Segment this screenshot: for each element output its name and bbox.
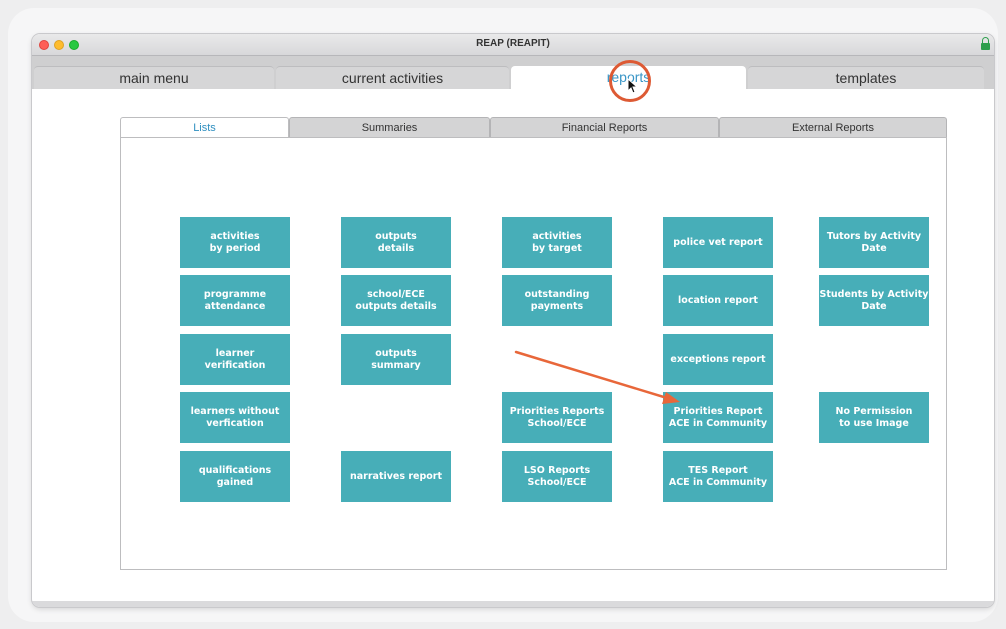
app-window: REAP (REAPIT) main menu current activiti… bbox=[32, 34, 994, 607]
subtab-label: Lists bbox=[193, 122, 216, 134]
location-report-button[interactable]: location report bbox=[663, 275, 773, 326]
title-bar: REAP (REAPIT) bbox=[32, 34, 994, 56]
tab-label: main menu bbox=[119, 70, 189, 86]
school-ece-outputs-details-button[interactable]: school/ECE outputs details bbox=[341, 275, 451, 326]
outputs-summary-button[interactable]: outputs summary bbox=[341, 334, 451, 385]
activities-by-period-button[interactable]: activities by period bbox=[180, 217, 290, 268]
learners-without-verification-button[interactable]: learners without verfication bbox=[180, 392, 290, 443]
students-by-activity-date-button[interactable]: Students by Activity Date bbox=[819, 275, 929, 326]
subtab-label: External Reports bbox=[792, 122, 874, 134]
main-tab-bar: main menu current activities reports tem… bbox=[32, 56, 994, 89]
tutors-by-activity-date-button[interactable]: Tutors by Activity Date bbox=[819, 217, 929, 268]
outstanding-payments-button[interactable]: outstanding payments bbox=[502, 275, 612, 326]
subtab-label: Summaries bbox=[361, 122, 418, 134]
police-vet-report-button[interactable]: police vet report bbox=[663, 217, 773, 268]
subtab-lists[interactable]: Lists bbox=[120, 117, 289, 139]
subtab-label: Financial Reports bbox=[561, 122, 648, 134]
lso-reports-school-ece-button[interactable]: LSO Reports School/ECE bbox=[502, 451, 612, 502]
tab-templates[interactable]: templates bbox=[748, 66, 984, 89]
activities-by-target-button[interactable]: activities by target bbox=[502, 217, 612, 268]
subtab-financial-reports[interactable]: Financial Reports bbox=[490, 117, 719, 138]
priorities-reports-school-ece-button[interactable]: Priorities Reports School/ECE bbox=[502, 392, 612, 443]
window-title: REAP (REAPIT) bbox=[476, 38, 550, 49]
outputs-details-button[interactable]: outputs details bbox=[341, 217, 451, 268]
window-bottom-edge bbox=[32, 601, 994, 607]
tab-label: templates bbox=[835, 70, 897, 86]
tab-current-activities[interactable]: current activities bbox=[276, 66, 509, 89]
priorities-report-ace-in-community-button[interactable]: Priorities Report ACE in Community bbox=[663, 392, 773, 443]
arrow-cursor-icon bbox=[627, 78, 639, 94]
exceptions-report-button[interactable]: exceptions report bbox=[663, 334, 773, 385]
subtab-external-reports[interactable]: External Reports bbox=[719, 117, 947, 138]
no-permission-to-use-image-button[interactable]: No Permission to use Image bbox=[819, 392, 929, 443]
tab-label: current activities bbox=[341, 70, 444, 86]
tes-report-ace-in-community-button[interactable]: TES Report ACE in Community bbox=[663, 451, 773, 502]
subtab-summaries[interactable]: Summaries bbox=[289, 117, 490, 138]
lock-icon bbox=[981, 37, 990, 50]
qualifications-gained-button[interactable]: qualifications gained bbox=[180, 451, 290, 502]
tab-main-menu[interactable]: main menu bbox=[34, 66, 274, 89]
programme-attendance-button[interactable]: programme attendance bbox=[180, 275, 290, 326]
learner-verification-button[interactable]: learner verification bbox=[180, 334, 290, 385]
narratives-report-button[interactable]: narratives report bbox=[341, 451, 451, 502]
